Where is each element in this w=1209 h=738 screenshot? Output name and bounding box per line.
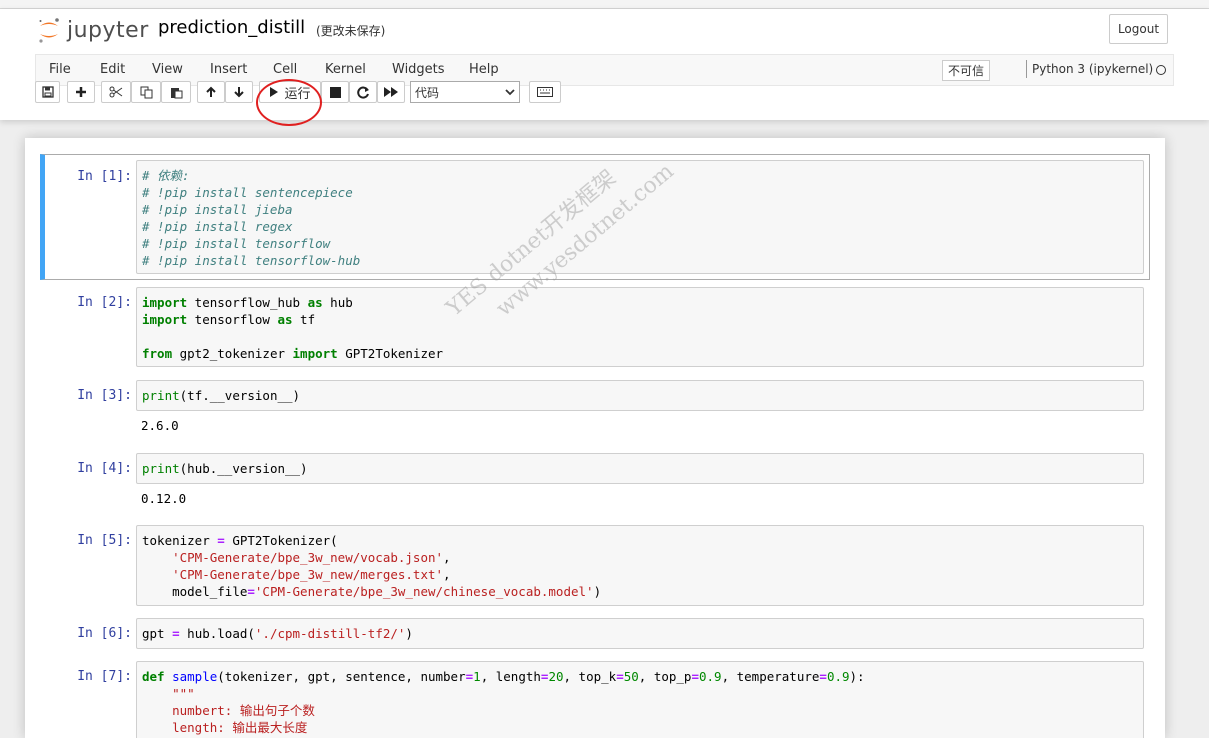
chevron-down-icon — [505, 89, 515, 96]
menu-help[interactable]: Help — [469, 62, 499, 77]
code-cell-6[interactable]: In [6]: gpt = hub.load('./cpm-distill-tf… — [40, 618, 1150, 650]
code-cell-5[interactable]: In [5]: tokenizer = GPT2Tokenizer( 'CPM-… — [40, 525, 1150, 607]
code-line: 'CPM-Generate/bpe_3w_new/merges.txt' — [172, 567, 444, 582]
code-line: numbert: 输出句子个数 — [172, 703, 315, 718]
code-line: gpt = hub.load('./cpm-distill-tf2/') — [142, 626, 413, 641]
insert-cell-button[interactable] — [67, 81, 95, 103]
cell-type-select[interactable]: 代码 — [410, 81, 520, 103]
code-cell-1[interactable]: In [1]: # 依赖: # !pip install sentencepie… — [40, 154, 1150, 280]
kernel-idle-icon — [1156, 65, 1166, 75]
code-cell-2[interactable]: In [2]: import tensorflow_hub as hub imp… — [40, 287, 1150, 369]
scissors-icon — [109, 86, 123, 98]
cell-prompt: In [4]: — [77, 461, 132, 476]
run-label: 运行 — [284, 86, 311, 102]
code-line: import tensorflow as tf — [142, 312, 316, 327]
browser-top-strip — [0, 0, 1209, 9]
cell-output: 2.6.0 — [141, 418, 179, 433]
save-status: (更改未保存) — [316, 24, 386, 38]
copy-icon — [140, 86, 152, 98]
menu-widgets[interactable]: Widgets — [392, 62, 445, 77]
trusted-indicator[interactable]: 不可信 — [942, 60, 991, 81]
notebook-container: In [1]: # 依赖: # !pip install sentencepie… — [25, 138, 1165, 738]
restart-button[interactable] — [349, 81, 377, 103]
code-line: def sample(tokenizer, gpt, sentence, num… — [142, 669, 865, 684]
keyboard-icon — [537, 87, 553, 97]
code-line: import tensorflow_hub as hub — [142, 295, 353, 310]
run-button[interactable]: 运行 — [259, 81, 321, 103]
code-line: print(hub.__version__) — [142, 461, 308, 476]
cell-prompt: In [7]: — [77, 669, 132, 684]
jupyter-logo-icon — [39, 18, 59, 43]
cell-type-value: 代码 — [415, 85, 440, 100]
save-button[interactable] — [35, 81, 60, 103]
play-icon — [270, 87, 279, 97]
cell-prompt: In [6]: — [77, 626, 132, 641]
cell-input[interactable]: tokenizer = GPT2Tokenizer( 'CPM-Generate… — [136, 525, 1144, 606]
cell-input[interactable]: print(hub.__version__) — [136, 453, 1144, 484]
code-line: # !pip install tensorflow-hub — [142, 253, 361, 268]
logout-button[interactable]: Logout — [1109, 14, 1168, 44]
restart-run-all-button[interactable] — [377, 81, 405, 103]
copy-button[interactable] — [131, 81, 161, 103]
kernel-name[interactable]: Python 3 (ipykernel) — [1032, 62, 1153, 76]
save-icon — [41, 86, 54, 98]
restart-icon — [356, 86, 369, 98]
cell-prompt: In [1]: — [77, 169, 132, 184]
cell-prompt: In [2]: — [77, 295, 132, 310]
code-line: tokenizer = GPT2Tokenizer( — [142, 533, 338, 548]
cell-input[interactable]: gpt = hub.load('./cpm-distill-tf2/') — [136, 618, 1144, 649]
cell-input[interactable]: print(tf.__version__) — [136, 380, 1144, 411]
arrow-down-icon — [234, 87, 244, 98]
logo-text: jupyter — [67, 17, 149, 43]
move-up-button[interactable] — [197, 81, 225, 103]
code-cell-7[interactable]: In [7]: def sample(tokenizer, gpt, sente… — [40, 661, 1150, 738]
code-line: # !pip install regex — [142, 219, 293, 234]
kernel-separator — [1026, 60, 1027, 78]
menu-insert[interactable]: Insert — [210, 62, 247, 77]
arrow-up-icon — [206, 86, 216, 97]
menu-kernel[interactable]: Kernel — [325, 62, 366, 77]
notebook-header: jupyter prediction_distill (更改未保存) Logou… — [0, 9, 1209, 120]
menu-file[interactable]: File — [49, 62, 71, 77]
stop-icon — [329, 86, 341, 98]
cell-output: 0.12.0 — [141, 491, 187, 506]
cell-prompt: In [5]: — [77, 533, 132, 548]
jupyter-logo[interactable]: jupyter — [37, 15, 149, 45]
code-line: length: 输出最大长度 — [172, 720, 308, 735]
command-palette-button[interactable] — [529, 81, 561, 103]
cell-input[interactable]: def sample(tokenizer, gpt, sentence, num… — [136, 661, 1144, 738]
code-line: from gpt2_tokenizer import GPT2Tokenizer — [142, 346, 444, 361]
plus-icon — [76, 87, 86, 97]
code-line: # !pip install jieba — [142, 202, 293, 217]
code-line: # 依赖: — [142, 168, 190, 183]
code-cell-3[interactable]: In [3]: print(tf.__version__) 2.6.0 — [40, 380, 1150, 445]
paste-icon — [170, 87, 182, 98]
fast-forward-icon — [384, 87, 398, 97]
move-down-button[interactable] — [225, 81, 253, 103]
interrupt-button[interactable] — [321, 81, 349, 103]
menu-view[interactable]: View — [152, 62, 183, 77]
notebook-name[interactable]: prediction_distill — [158, 17, 305, 38]
menu-cell[interactable]: Cell — [273, 62, 297, 77]
cell-input[interactable]: # 依赖: # !pip install sentencepiece # !pi… — [136, 160, 1144, 274]
code-line: model_file='CPM-Generate/bpe_3w_new/chin… — [172, 584, 602, 599]
code-line: """ — [172, 686, 195, 701]
code-cell-4[interactable]: In [4]: print(hub.__version__) 0.12.0 — [40, 453, 1150, 518]
code-line: 'CPM-Generate/bpe_3w_new/vocab.json' — [172, 550, 444, 565]
menu-edit[interactable]: Edit — [100, 62, 125, 77]
cell-input[interactable]: import tensorflow_hub as hub import tens… — [136, 287, 1144, 367]
code-line: # !pip install sentencepiece — [142, 185, 353, 200]
cell-prompt: In [3]: — [77, 388, 132, 403]
cut-button[interactable] — [101, 81, 131, 103]
code-line: print(tf.__version__) — [142, 388, 301, 403]
code-line: # !pip install tensorflow — [142, 236, 331, 251]
paste-button[interactable] — [161, 81, 191, 103]
